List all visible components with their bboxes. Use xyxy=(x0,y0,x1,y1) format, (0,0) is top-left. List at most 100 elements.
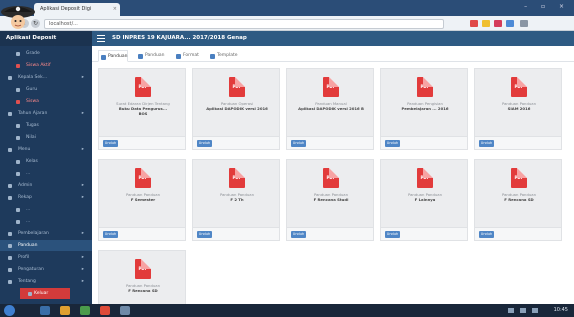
sidebar-item[interactable]: Grade xyxy=(0,48,92,59)
menu-item-icon xyxy=(16,136,20,140)
sidebar-item[interactable]: Pengaturan ▸ xyxy=(0,264,92,275)
sidebar-item[interactable]: Siswa xyxy=(0,96,92,107)
sidebar-item[interactable]: Profil ▸ xyxy=(0,252,92,263)
chevron-right-icon: ▸ xyxy=(81,111,84,116)
download-button[interactable]: Unduh xyxy=(197,140,212,147)
explorer-icon[interactable] xyxy=(40,306,50,315)
download-button[interactable]: Unduh xyxy=(385,231,400,238)
main-content: Panduan Panduan Format Template PDF Surat… xyxy=(92,46,574,317)
browser-tab[interactable]: Aplikasi Deposit Digi × xyxy=(34,3,120,16)
card-footer: Unduh xyxy=(381,227,467,240)
menu-item-icon xyxy=(28,292,32,296)
sidebar-item-label: Profil xyxy=(18,255,30,260)
extension-icon[interactable] xyxy=(482,20,490,27)
card-title: F Rencana SD xyxy=(504,197,534,202)
pdf-file-icon: PDF xyxy=(229,77,245,97)
menu-item-icon xyxy=(8,184,12,188)
app-brand[interactable]: Aplikasi Deposit xyxy=(0,31,92,46)
sidebar-item-label: Pengaturan xyxy=(18,267,44,272)
sidebar-item[interactable]: Menu ▸ xyxy=(0,144,92,155)
pdf-file-icon: PDF xyxy=(323,168,339,188)
sidebar-item[interactable]: Panduan xyxy=(0,240,92,251)
chevron-right-icon: ▸ xyxy=(81,147,84,152)
card-title: SIAM 2016 xyxy=(507,106,531,111)
pdf-file-icon: PDF xyxy=(417,168,433,188)
sidebar-item[interactable]: Tugas xyxy=(0,120,92,131)
sidebar-item-label: Kelas xyxy=(26,159,38,164)
download-button[interactable]: Unduh xyxy=(197,231,212,238)
pirate-logo-icon xyxy=(1,6,35,29)
sidebar-item[interactable]: Rekap ▸ xyxy=(0,192,92,203)
tab-close-icon[interactable]: × xyxy=(113,3,117,16)
card-footer: Unduh xyxy=(381,136,467,149)
card-title: F Semester xyxy=(130,197,156,202)
extension-icon[interactable] xyxy=(506,20,514,27)
url-input[interactable]: localhost/... xyxy=(44,19,444,29)
download-button[interactable]: Unduh xyxy=(385,140,400,147)
tab-label: Template xyxy=(217,53,238,58)
document-card[interactable]: PDF Panduan Panduan F Rencana Studi Unduh xyxy=(286,159,374,241)
document-card[interactable]: PDF Panduan Manual Aplikasi DAPODIK versi … xyxy=(286,68,374,150)
sidebar-item[interactable]: Keluar xyxy=(20,288,70,299)
sidebar-item[interactable]: Admin ▸ xyxy=(0,180,92,191)
sidebar-item[interactable]: Kepala Sek... ▸ xyxy=(0,72,92,83)
document-card[interactable]: PDF Panduan Operasi Aplikasi DAPODIK versi… xyxy=(192,68,280,150)
card-footer: Unduh xyxy=(475,227,561,240)
document-card[interactable]: PDF Panduan Pengisian Pembelajaran ... 201… xyxy=(380,68,468,150)
tab-format[interactable]: Format xyxy=(174,50,199,62)
menu-item-icon xyxy=(16,88,20,92)
sidebar-item[interactable]: Tahun Ajaran ▸ xyxy=(0,108,92,119)
menu-icon[interactable] xyxy=(520,20,528,27)
sidebar-item[interactable]: ... xyxy=(0,216,92,227)
sidebar-item[interactable]: Nilai xyxy=(0,132,92,143)
tab-template[interactable]: Template xyxy=(208,50,238,62)
sidebar-item[interactable]: Pembelajaran ▸ xyxy=(0,228,92,239)
folder-icon[interactable] xyxy=(60,306,70,315)
sidebar-item-label: Menu xyxy=(18,147,31,152)
download-button[interactable]: Unduh xyxy=(103,231,118,238)
document-card[interactable]: PDF Panduan Panduan F Lainnya Unduh xyxy=(380,159,468,241)
menu-item-icon xyxy=(8,232,12,236)
sidebar-item[interactable]: Guru xyxy=(0,84,92,95)
sidebar-item[interactable]: Tentang ▸ xyxy=(0,276,92,287)
menu-item-icon xyxy=(16,100,20,104)
extension-icon[interactable] xyxy=(470,20,478,27)
sidebar: Grade Siswa Aktif Kepala Sek... ▸ Guru Siswa T… xyxy=(0,46,92,304)
app-icon[interactable] xyxy=(120,306,130,315)
sidebar-item-label: ... xyxy=(26,219,31,224)
document-card[interactable]: PDF Surat Edaran Dirjen Tentang Buku Data … xyxy=(98,68,186,150)
tab-panduan[interactable]: Panduan xyxy=(98,50,129,62)
pdf-file-icon: PDF xyxy=(135,168,151,188)
tab-label: Panduan xyxy=(145,53,165,58)
menu-item-icon xyxy=(8,112,12,116)
sidebar-item[interactable]: Siswa Aktif xyxy=(0,60,92,71)
document-card[interactable]: PDF Panduan Panduan F Semester Unduh xyxy=(98,159,186,241)
sidebar-item[interactable]: ... xyxy=(0,204,92,215)
document-card[interactable]: PDF Panduan Panduan SIAM 2016 Unduh xyxy=(474,68,562,150)
extension-icon[interactable] xyxy=(494,20,502,27)
window-controls[interactable]: – ▫ × xyxy=(524,3,570,10)
tab-panduan-2[interactable]: Panduan xyxy=(136,50,164,62)
system-tray[interactable] xyxy=(508,308,548,313)
chevron-right-icon: ▸ xyxy=(81,279,84,284)
pdf-file-icon: PDF xyxy=(135,77,151,97)
download-button[interactable]: Unduh xyxy=(479,231,494,238)
start-button[interactable] xyxy=(4,305,15,316)
sidebar-item[interactable]: Kelas xyxy=(0,156,92,167)
app-icon[interactable] xyxy=(80,306,90,315)
download-button[interactable]: Unduh xyxy=(103,140,118,147)
sidebar-item-label: Siswa Aktif xyxy=(26,63,51,68)
hamburger-menu-icon[interactable] xyxy=(97,35,105,42)
chrome-icon[interactable] xyxy=(100,306,110,315)
document-card[interactable]: PDFPanduan PanduanF Rencana SDUnduh xyxy=(474,159,562,241)
tab-label: Panduan xyxy=(108,54,128,59)
sidebar-item[interactable]: ... xyxy=(0,168,92,179)
document-card[interactable]: PDF Panduan Panduan F 2 Th Unduh xyxy=(192,159,280,241)
download-button[interactable]: Unduh xyxy=(479,140,494,147)
chevron-right-icon: ▸ xyxy=(81,75,84,80)
book-icon xyxy=(101,54,106,60)
card-title: Aplikasi DAPODIK versi 2016 xyxy=(206,106,268,111)
download-button[interactable]: Unduh xyxy=(291,231,306,238)
download-button[interactable]: Unduh xyxy=(291,140,306,147)
card-footer: Unduh xyxy=(287,136,373,149)
